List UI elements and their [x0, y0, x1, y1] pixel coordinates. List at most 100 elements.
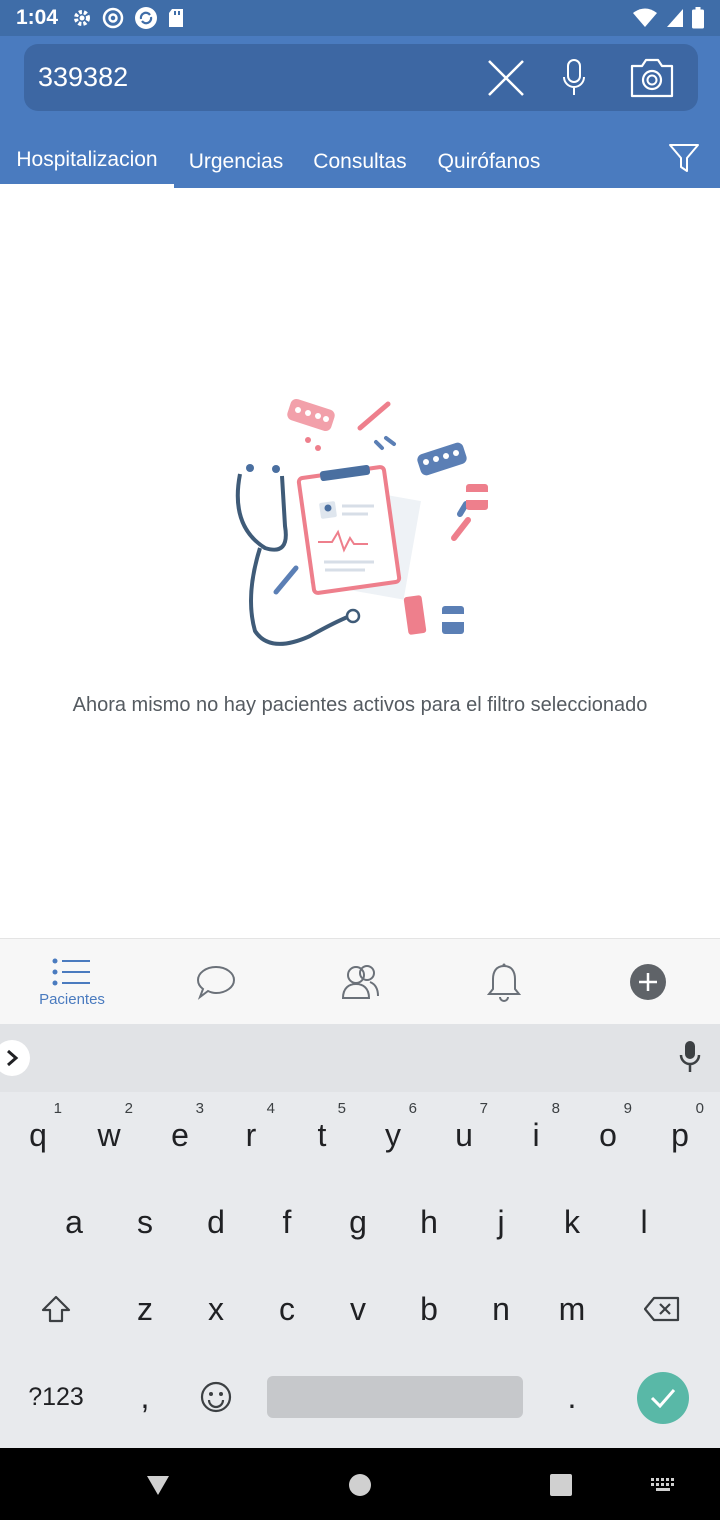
space-key[interactable]	[267, 1376, 523, 1418]
tab-consultas[interactable]: Consultas	[298, 136, 422, 188]
key-v[interactable]: v	[326, 1274, 390, 1344]
sync-icon	[135, 7, 158, 29]
backspace-key[interactable]	[630, 1274, 694, 1344]
key-hint: 0	[695, 1100, 704, 1117]
nav-item-chat[interactable]	[144, 939, 288, 1025]
key-label: t	[317, 1116, 327, 1153]
home-circle-icon	[349, 1474, 371, 1496]
home-button[interactable]	[345, 1470, 375, 1500]
camera-search-button[interactable]	[626, 52, 678, 104]
key-hint: 8	[551, 1100, 560, 1117]
clear-search-button[interactable]	[480, 52, 532, 104]
key-l[interactable]: l	[612, 1187, 676, 1257]
key-label: e	[171, 1116, 189, 1153]
bottom-navigation: Pacientes	[0, 938, 720, 1024]
key-label: y	[385, 1116, 401, 1153]
filter-icon	[669, 144, 699, 172]
filter-button[interactable]	[662, 136, 706, 180]
key-hint: 5	[337, 1100, 346, 1117]
tab-quirofanos[interactable]: Quirófanos	[422, 136, 556, 188]
tab-hospitalizacion[interactable]: Hospitalizacion	[0, 136, 174, 188]
search-input[interactable]	[38, 62, 458, 93]
key-hint: 3	[195, 1100, 204, 1117]
key-label: p	[671, 1116, 689, 1153]
status-bar: 1:04	[0, 0, 720, 36]
key-j[interactable]: j	[469, 1187, 533, 1257]
key-k[interactable]: k	[540, 1187, 604, 1257]
keyboard-switch-icon	[651, 1478, 674, 1491]
key-p[interactable]: p0	[648, 1100, 712, 1170]
key-a[interactable]: a	[42, 1187, 106, 1257]
key-g[interactable]: g	[326, 1187, 390, 1257]
key-d[interactable]: d	[184, 1187, 248, 1257]
key-y[interactable]: y6	[361, 1100, 425, 1170]
key-h[interactable]: h	[397, 1187, 461, 1257]
backspace-icon	[644, 1296, 680, 1322]
key-r[interactable]: r4	[219, 1100, 283, 1170]
nav-item-groups[interactable]	[288, 939, 432, 1025]
plus-circle-icon	[630, 964, 666, 1000]
comma-key[interactable]: ,	[113, 1362, 177, 1432]
chrome-icon	[102, 7, 124, 29]
key-z[interactable]: z	[113, 1274, 177, 1344]
key-m[interactable]: m	[540, 1274, 604, 1344]
tab-urgencias[interactable]: Urgencias	[174, 136, 298, 188]
battery-icon	[692, 7, 704, 29]
period-key[interactable]: .	[540, 1362, 604, 1432]
key-f[interactable]: f	[255, 1187, 319, 1257]
gear-icon	[74, 10, 91, 26]
key-x[interactable]: x	[184, 1274, 248, 1344]
key-c[interactable]: c	[255, 1274, 319, 1344]
back-button[interactable]	[143, 1470, 173, 1500]
empty-state-message: Ahora mismo no hay pacientes activos par…	[72, 694, 648, 716]
nav-label-pacientes: Pacientes	[39, 990, 105, 1008]
key-e[interactable]: e3	[148, 1100, 212, 1170]
status-time: 1:04	[16, 6, 59, 29]
keyboard-switch-button[interactable]	[648, 1470, 678, 1500]
system-navigation-bar	[0, 1448, 720, 1520]
key-label: i	[532, 1116, 540, 1153]
key-s[interactable]: s	[113, 1187, 177, 1257]
shift-icon	[41, 1295, 71, 1323]
medical-empty-state-illustration	[235, 398, 488, 646]
nav-item-add[interactable]	[576, 939, 720, 1025]
enter-key[interactable]	[637, 1372, 689, 1424]
key-n[interactable]: n	[469, 1274, 533, 1344]
voice-search-button[interactable]	[548, 52, 600, 104]
search-box	[24, 44, 698, 111]
key-hint: 7	[479, 1100, 488, 1117]
key-w[interactable]: w2	[77, 1100, 141, 1170]
chat-icon	[196, 965, 236, 1000]
key-b[interactable]: b	[397, 1274, 461, 1344]
key-hint: 6	[408, 1100, 417, 1117]
key-t[interactable]: t5	[290, 1100, 354, 1170]
keyboard-microphone-icon[interactable]	[678, 1040, 702, 1074]
sd-card-icon	[169, 9, 184, 27]
key-q[interactable]: q1	[6, 1100, 70, 1170]
nav-item-notifications[interactable]	[432, 939, 576, 1025]
key-hint: 9	[623, 1100, 632, 1117]
key-label: u	[455, 1116, 473, 1153]
nav-item-pacientes[interactable]: Pacientes	[0, 939, 144, 1025]
recents-square-icon	[550, 1474, 572, 1496]
emoji-key[interactable]	[184, 1362, 248, 1432]
key-u[interactable]: u7	[432, 1100, 496, 1170]
tab-bar: Hospitalizacion Urgencias Consultas Quir…	[0, 136, 720, 188]
shift-key[interactable]	[24, 1274, 88, 1344]
camera-icon	[630, 58, 674, 98]
app-header: Hospitalizacion Urgencias Consultas Quir…	[0, 36, 720, 188]
key-i[interactable]: i8	[504, 1100, 568, 1170]
close-icon	[488, 60, 524, 96]
keyboard-expand-button[interactable]	[0, 1040, 30, 1076]
symbols-key[interactable]: ?123	[16, 1362, 96, 1432]
chevron-right-icon	[7, 1049, 19, 1067]
recents-button[interactable]	[546, 1470, 576, 1500]
signal-icon	[667, 9, 683, 27]
group-icon	[341, 965, 379, 999]
key-hint: 4	[266, 1100, 275, 1117]
key-label: o	[599, 1116, 617, 1153]
check-icon	[650, 1389, 676, 1408]
key-o[interactable]: o9	[576, 1100, 640, 1170]
patients-list-area: Ahora mismo no hay pacientes activos par…	[0, 188, 720, 938]
emoji-icon	[200, 1381, 232, 1413]
